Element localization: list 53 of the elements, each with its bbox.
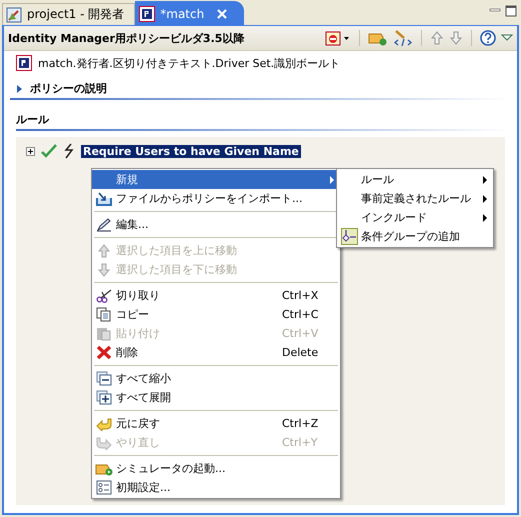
editor-tab[interactable]: *match	[135, 1, 244, 25]
section-title: ルール	[16, 112, 49, 127]
rule-name[interactable]: Require Users to have Given Name	[81, 144, 301, 158]
menu-item[interactable]: コピー Ctrl+C	[92, 305, 340, 324]
expand-icon	[96, 390, 112, 405]
check-icon[interactable]	[41, 144, 57, 158]
copy-icon	[96, 307, 112, 322]
collapse-icon	[96, 371, 112, 386]
menu-item[interactable]: 条件グループの追加	[337, 227, 493, 246]
xml-icon[interactable]	[393, 30, 413, 46]
submenu-arrow-icon	[483, 214, 487, 222]
maximize-icon[interactable]	[505, 5, 517, 17]
redo-icon	[96, 436, 112, 450]
menu-item[interactable]: 初期設定...	[92, 478, 340, 497]
rule-icon	[63, 143, 75, 159]
submenu-arrow-icon	[483, 176, 487, 184]
submenu-arrow-icon	[483, 194, 487, 202]
undo-icon	[96, 416, 112, 430]
menu-item[interactable]: 切り取り Ctrl+X	[92, 286, 340, 305]
import-icon	[96, 192, 112, 206]
menu-item[interactable]: 削除 Delete	[92, 343, 340, 362]
menu-item[interactable]: インクルード	[337, 208, 493, 227]
rule-menu-icon[interactable]	[325, 30, 351, 46]
up-arrow-icon	[97, 244, 111, 258]
policy-icon	[16, 55, 32, 71]
editor-tab[interactable]: project1 - 開発者	[2, 3, 136, 25]
condition-group-icon	[340, 228, 358, 245]
section-header[interactable]: ポリシーの説明	[10, 75, 511, 100]
view-menu-icon[interactable]	[501, 33, 513, 43]
paste-icon	[96, 326, 112, 341]
menu-item[interactable]: 事前定義されたルール	[337, 189, 493, 208]
menu-item[interactable]: すべて展開	[92, 388, 340, 407]
down-arrow-icon	[97, 262, 111, 276]
editor-title: Identity Manager用ポリシービルダ3.5以降	[8, 30, 246, 46]
delete-icon	[96, 345, 112, 360]
close-icon[interactable]	[217, 8, 228, 18]
menu-item[interactable]: すべて縮小	[92, 369, 340, 388]
tree-toggle-icon[interactable]	[26, 146, 35, 156]
pencil-icon	[96, 218, 112, 232]
menu-item[interactable]: ルール	[337, 170, 493, 189]
policy-path: match.発行者.区切り付きテキスト.Driver Set.識別ボールト	[38, 56, 340, 70]
project-icon	[6, 6, 22, 22]
menu-item[interactable]: 編集...	[92, 215, 340, 234]
simulator-icon	[95, 462, 113, 476]
settings-icon	[96, 480, 112, 495]
menu-item[interactable]: 元に戻す Ctrl+Z	[92, 414, 340, 433]
scissors-icon	[96, 288, 112, 302]
menu-item[interactable]: ファイルからポリシーをインポート...	[92, 189, 340, 208]
help-icon[interactable]	[480, 30, 496, 46]
section-title: ポリシーの説明	[30, 81, 107, 96]
menu-item[interactable]: シミュレータの起動...	[92, 459, 340, 478]
expand-arrow-icon[interactable]	[16, 84, 24, 94]
policy-icon	[139, 6, 156, 22]
